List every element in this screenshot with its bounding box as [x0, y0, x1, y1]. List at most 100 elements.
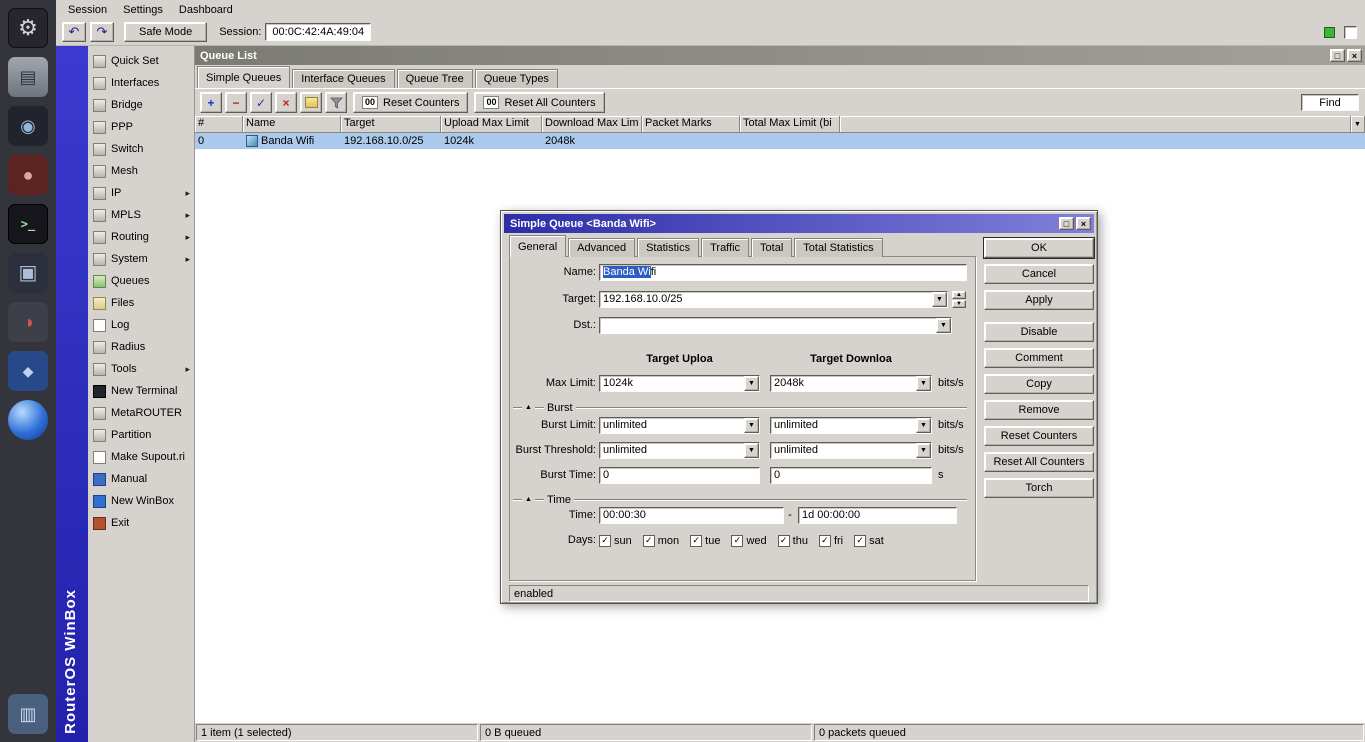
- reset-counters-button[interactable]: 00 Reset Counters: [353, 92, 468, 113]
- column-header-download-max-limit[interactable]: Download Max Lim: [542, 116, 642, 133]
- sidebar-item-manual[interactable]: Manual: [88, 468, 194, 490]
- menu-session[interactable]: Session: [60, 2, 115, 18]
- disable-button[interactable]: ×: [275, 92, 297, 113]
- sidebar-item-partition[interactable]: Partition: [88, 424, 194, 446]
- dock-icon-trash[interactable]: ▥: [8, 694, 48, 734]
- sidebar-item-exit[interactable]: Exit: [88, 512, 194, 534]
- dropdown-button[interactable]: ▼: [744, 443, 759, 458]
- redo-button[interactable]: ↷: [90, 22, 114, 42]
- dock-icon-terminal[interactable]: >_: [8, 204, 48, 244]
- reset-all-counters-button[interactable]: Reset All Counters: [984, 452, 1094, 472]
- remove-button[interactable]: Remove: [984, 400, 1094, 420]
- tab-advanced[interactable]: Advanced: [568, 238, 635, 257]
- sidebar-item-bridge[interactable]: Bridge: [88, 94, 194, 116]
- burst-time-upload-input[interactable]: 0: [599, 467, 760, 484]
- sidebar-item-routing[interactable]: Routing▸: [88, 226, 194, 248]
- tab-traffic[interactable]: Traffic: [701, 238, 749, 257]
- restore-button[interactable]: □: [1059, 217, 1074, 230]
- close-button[interactable]: ×: [1076, 217, 1091, 230]
- burst-limit-upload-input[interactable]: unlimited ▼: [599, 417, 760, 434]
- time-to-input[interactable]: 1d 00:00:00: [798, 507, 957, 524]
- tab-total-statistics[interactable]: Total Statistics: [794, 238, 882, 257]
- sidebar-item-new-winbox[interactable]: New WinBox: [88, 490, 194, 512]
- dropdown-button[interactable]: ▼: [916, 443, 931, 458]
- tab-queue-tree[interactable]: Queue Tree: [397, 69, 473, 88]
- column-menu-button[interactable]: ▼: [1351, 116, 1365, 133]
- sun-checkbox[interactable]: ✓: [599, 535, 611, 547]
- collapse-arrow-icon[interactable]: ▲: [525, 404, 532, 411]
- tab-total[interactable]: Total: [751, 238, 792, 257]
- stepper-up-button[interactable]: ▲: [952, 291, 966, 299]
- column-header-packet-marks[interactable]: Packet Marks: [642, 116, 740, 133]
- mon-checkbox[interactable]: ✓: [643, 535, 655, 547]
- copy-button[interactable]: Copy: [984, 374, 1094, 394]
- dock-icon-camera[interactable]: ◉: [8, 106, 48, 146]
- tab-general[interactable]: General: [509, 235, 566, 257]
- column-header-total-max-limit[interactable]: Total Max Limit (bi: [740, 116, 840, 133]
- sidebar-item-tools[interactable]: Tools▸: [88, 358, 194, 380]
- disable-button[interactable]: Disable: [984, 322, 1094, 342]
- time-from-input[interactable]: 00:00:30: [599, 507, 784, 524]
- torch-button[interactable]: Torch: [984, 478, 1094, 498]
- safe-mode-button[interactable]: Safe Mode: [124, 22, 207, 42]
- dropdown-button[interactable]: ▼: [744, 418, 759, 433]
- dock-icon-package-colors[interactable]: ◑: [8, 302, 48, 342]
- sidebar-item-quick-set[interactable]: Quick Set: [88, 50, 194, 72]
- sidebar-item-new-terminal[interactable]: New Terminal: [88, 380, 194, 402]
- tue-checkbox[interactable]: ✓: [690, 535, 702, 547]
- sidebar-item-system[interactable]: System▸: [88, 248, 194, 270]
- find-box[interactable]: Find: [1301, 94, 1359, 111]
- target-input[interactable]: 192.168.10.0/25 ▼: [599, 291, 948, 308]
- sidebar-item-switch[interactable]: Switch: [88, 138, 194, 160]
- add-button[interactable]: +: [200, 92, 222, 113]
- menu-dashboard[interactable]: Dashboard: [171, 2, 241, 18]
- menu-settings[interactable]: Settings: [115, 2, 171, 18]
- fri-checkbox[interactable]: ✓: [819, 535, 831, 547]
- max-limit-download-input[interactable]: 2048k ▼: [770, 375, 932, 392]
- dock-icon-user-session[interactable]: ●: [8, 155, 48, 195]
- filter-button[interactable]: [325, 92, 347, 113]
- dock-icon-network[interactable]: ◆: [8, 351, 48, 391]
- table-row[interactable]: 0 Banda Wifi 192.168.10.0/25 1024k 2048k: [195, 133, 1365, 149]
- comment-button[interactable]: [300, 92, 322, 113]
- cancel-button[interactable]: Cancel: [984, 264, 1094, 284]
- sidebar-item-make-supout-rif[interactable]: Make Supout.rif: [88, 446, 194, 468]
- sidebar-item-metarouter[interactable]: MetaROUTER: [88, 402, 194, 424]
- comment-button[interactable]: Comment: [984, 348, 1094, 368]
- burst-threshold-upload-input[interactable]: unlimited ▼: [599, 442, 760, 459]
- dock-icon-control-panel[interactable]: ⚙: [8, 8, 48, 48]
- dock-icon-display[interactable]: ▣: [8, 253, 48, 293]
- max-limit-upload-input[interactable]: 1024k ▼: [599, 375, 760, 392]
- tab-queue-types[interactable]: Queue Types: [475, 69, 558, 88]
- sidebar-item-ip[interactable]: IP▸: [88, 182, 194, 204]
- undo-button[interactable]: ↶: [62, 22, 86, 42]
- dst-input[interactable]: ▼: [599, 317, 952, 334]
- column-header-name[interactable]: Name: [243, 116, 341, 133]
- thu-checkbox[interactable]: ✓: [778, 535, 790, 547]
- name-input[interactable]: Banda Wifi: [599, 264, 967, 281]
- sidebar-item-queues[interactable]: Queues: [88, 270, 194, 292]
- enable-button[interactable]: ✓: [250, 92, 272, 113]
- sidebar-item-log[interactable]: Log: [88, 314, 194, 336]
- burst-time-download-input[interactable]: 0: [770, 467, 932, 484]
- dock-icon-file-drawer[interactable]: ▤: [8, 57, 48, 97]
- burst-limit-download-input[interactable]: unlimited ▼: [770, 417, 932, 434]
- target-dropdown-button[interactable]: ▼: [932, 292, 947, 307]
- stepper-down-button[interactable]: ▼: [952, 300, 966, 308]
- sidebar-item-files[interactable]: Files: [88, 292, 194, 314]
- session-field[interactable]: 00:0C:42:4A:49:04: [265, 23, 371, 41]
- dock-icon-globe[interactable]: [8, 400, 48, 440]
- column-header-num[interactable]: #: [195, 116, 243, 133]
- sidebar-item-ppp[interactable]: PPP: [88, 116, 194, 138]
- restore-button[interactable]: □: [1330, 49, 1345, 62]
- wed-checkbox[interactable]: ✓: [731, 535, 743, 547]
- burst-threshold-download-input[interactable]: unlimited ▼: [770, 442, 932, 459]
- dst-dropdown-button[interactable]: ▼: [936, 318, 951, 333]
- tab-statistics[interactable]: Statistics: [637, 238, 699, 257]
- apply-button[interactable]: Apply: [984, 290, 1094, 310]
- remove-button[interactable]: −: [225, 92, 247, 113]
- tab-interface-queues[interactable]: Interface Queues: [292, 69, 394, 88]
- ok-button[interactable]: OK: [984, 238, 1094, 258]
- column-header-target[interactable]: Target: [341, 116, 441, 133]
- sidebar-item-radius[interactable]: Radius: [88, 336, 194, 358]
